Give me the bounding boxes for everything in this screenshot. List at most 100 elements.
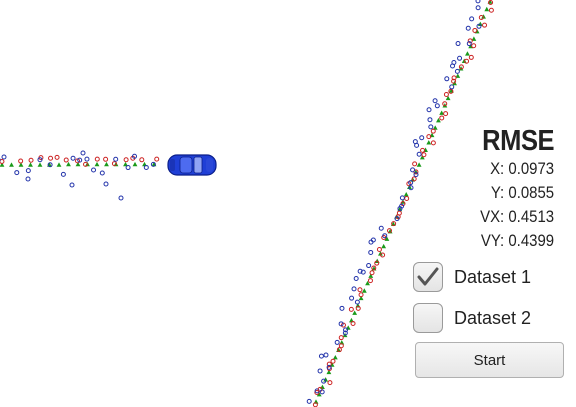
radar-marker: [378, 225, 384, 231]
rmse-x-value: X: 0.0973: [489, 159, 554, 178]
dataset1-option[interactable]: Dataset 1: [413, 260, 531, 294]
lidar-marker: [28, 157, 34, 163]
lidar-marker: [376, 246, 382, 252]
lidar-marker: [139, 157, 145, 163]
ground-truth-marker: [132, 161, 138, 167]
ground-truth-marker: [416, 162, 422, 167]
start-button[interactable]: Start: [415, 342, 564, 378]
radar-marker: [432, 98, 438, 104]
radar-marker: [25, 176, 31, 182]
radar-marker: [444, 76, 450, 82]
radar-marker: [469, 16, 475, 22]
radar-marker: [434, 103, 440, 109]
lidar-marker: [421, 152, 427, 158]
checkmark-icon: [417, 267, 439, 286]
ground-truth-marker: [332, 354, 338, 360]
radar-marker: [339, 305, 345, 311]
ground-truth-marker: [28, 162, 33, 167]
radar-marker: [368, 249, 374, 255]
dataset2-checkbox[interactable]: [413, 303, 443, 333]
ground-truth-marker: [37, 162, 43, 167]
radar-marker: [118, 195, 124, 201]
radar-marker: [318, 353, 324, 359]
ground-truth-marker: [465, 51, 470, 56]
car-icon: [167, 154, 217, 176]
lidar-marker: [94, 156, 100, 162]
lidar-marker: [420, 147, 426, 153]
lidar-marker: [348, 306, 354, 312]
lidar-marker: [48, 155, 54, 161]
ground-truth-marker: [9, 162, 14, 167]
ground-truth-marker: [56, 162, 62, 167]
lidar-marker: [338, 335, 344, 341]
radar-marker: [366, 263, 372, 269]
lidar-marker: [482, 22, 488, 28]
lidar-marker: [468, 54, 474, 60]
lidar-marker: [357, 287, 363, 293]
radar-marker: [412, 139, 418, 145]
ground-truth-marker: [381, 243, 387, 249]
radar-marker: [84, 156, 90, 162]
radar-marker: [14, 170, 20, 176]
lidar-marker: [488, 7, 494, 13]
lidar-marker: [54, 154, 60, 160]
radar-marker: [103, 181, 109, 187]
lidar-marker: [123, 157, 129, 163]
dataset1-checkbox[interactable]: [413, 262, 443, 292]
radar-marker: [427, 117, 433, 123]
radar-marker: [465, 25, 471, 31]
lidar-marker: [367, 278, 373, 284]
lidar-marker: [327, 380, 333, 386]
radar-marker: [353, 275, 359, 281]
radar-marker: [419, 135, 425, 141]
lidar-marker: [430, 128, 436, 134]
rmse-panel: RMSE X: 0.0973 Y: 0.0855 VX: 0.4513 VY: …: [470, 125, 554, 253]
radar-marker: [60, 171, 66, 177]
lidar-marker: [18, 158, 24, 164]
rmse-title: RMSE: [482, 125, 554, 157]
radar-marker: [475, 0, 481, 4]
radar-marker: [457, 55, 463, 61]
ground-truth-marker: [345, 325, 351, 330]
rmse-vy-value: VY: 0.4399: [480, 231, 554, 250]
ground-truth-marker: [361, 288, 367, 293]
rmse-y-value: Y: 0.0855: [490, 183, 554, 202]
lidar-marker: [330, 358, 336, 364]
ground-truth-marker: [66, 161, 71, 167]
lidar-marker: [412, 161, 418, 167]
radar-marker: [334, 339, 340, 345]
ground-truth-marker: [484, 6, 490, 12]
radar-marker: [323, 352, 329, 358]
radar-marker: [349, 295, 355, 301]
lidar-marker: [443, 111, 449, 117]
radar-marker: [454, 68, 460, 74]
lidar-marker: [154, 156, 160, 162]
radar-marker: [91, 167, 97, 173]
lidar-marker: [63, 157, 69, 163]
rmse-vx-value: VX: 0.4513: [479, 207, 554, 226]
dataset2-label: Dataset 2: [454, 307, 532, 328]
radar-marker: [399, 195, 405, 201]
radar-marker: [80, 150, 86, 156]
radar-marker: [428, 124, 434, 130]
radar-marker: [99, 170, 105, 176]
ground-truth-marker: [94, 161, 100, 167]
lidar-marker: [103, 156, 109, 162]
lidar-marker: [472, 27, 478, 33]
dataset2-option[interactable]: Dataset 2: [413, 301, 531, 335]
radar-marker: [125, 165, 131, 171]
simulator-viewport: RMSE X: 0.0973 Y: 0.0855 VX: 0.4513 VY: …: [0, 0, 576, 407]
radar-marker: [455, 41, 461, 47]
lidar-marker: [396, 210, 402, 216]
lidar-marker: [439, 115, 445, 121]
radar-marker: [306, 398, 312, 404]
dataset1-label: Dataset 1: [454, 266, 532, 287]
radar-marker: [69, 182, 75, 188]
radar-marker: [416, 151, 422, 157]
ground-truth-marker: [104, 161, 109, 167]
radar-marker: [410, 167, 416, 173]
radar-marker: [1, 154, 7, 160]
radar-marker: [113, 156, 119, 162]
radar-marker: [70, 155, 76, 161]
radar-marker: [426, 107, 432, 113]
